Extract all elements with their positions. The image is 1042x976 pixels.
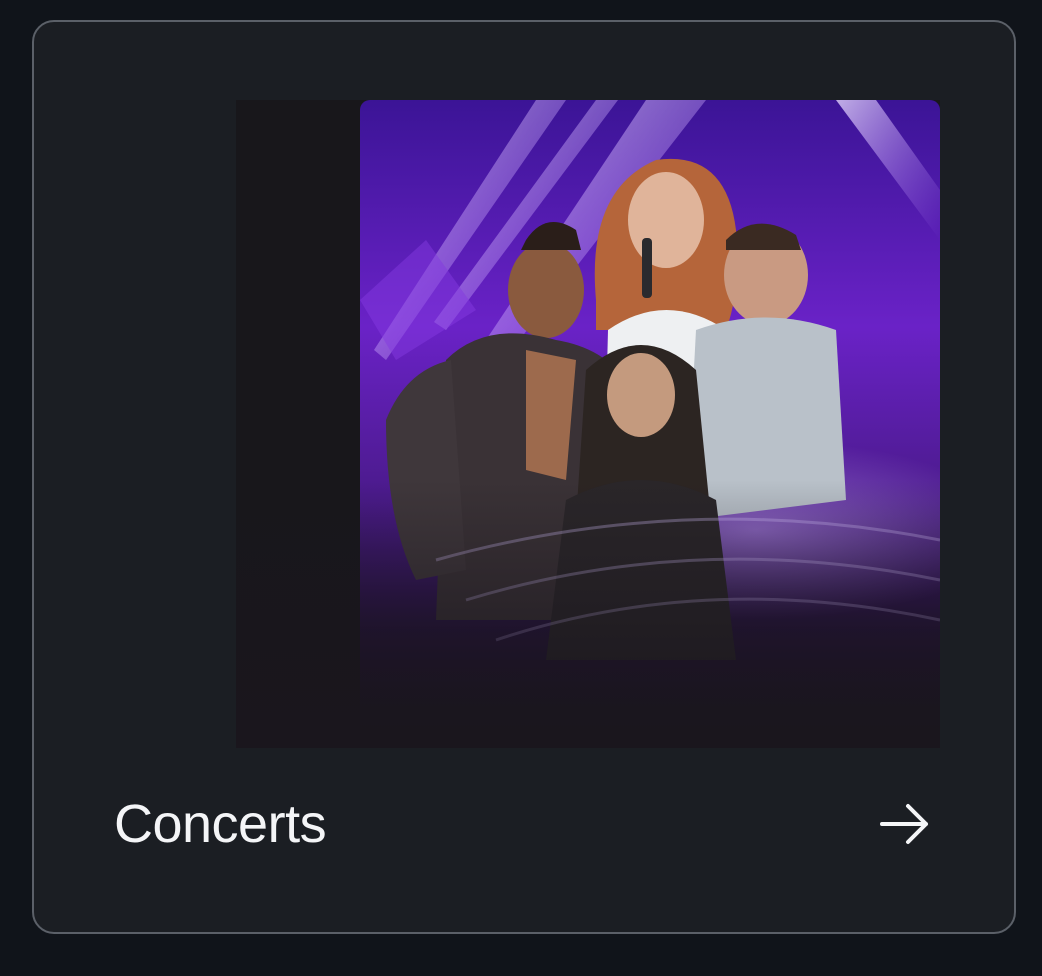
card-title: Concerts bbox=[114, 794, 327, 854]
concerts-card[interactable]: Concerts bbox=[32, 20, 1016, 934]
concert-artwork-image bbox=[236, 100, 940, 748]
arrow-right-icon[interactable] bbox=[872, 792, 936, 856]
